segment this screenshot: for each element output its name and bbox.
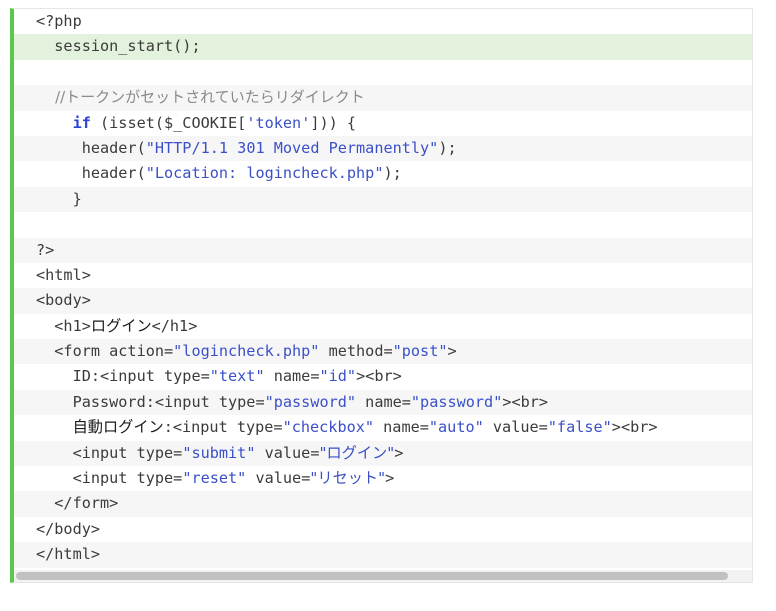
horizontal-scrollbar[interactable] [14,570,752,582]
code-text: header( [36,138,146,157]
code-text: name= [374,418,429,437]
code-string: "ログイン" [319,443,395,462]
code-text: session_start(); [36,37,201,56]
code-text: ID:<input type= [36,367,210,386]
code-japanese-text: 自動ログイン [72,418,164,437]
code-japanese-text: ログイン [90,316,152,335]
code-string: "password" [410,392,503,411]
code-text: <input type= [36,443,183,462]
code-line: <form action="logincheck.php" method="po… [14,339,752,365]
code-line: if (isset($_COOKIE['token'])) { [14,111,752,136]
code-text: ])) { [310,113,357,132]
code-line: ?> [14,237,752,263]
code-line: Password:<input type="password" name="pa… [14,389,752,416]
code-string: "id" [319,367,357,386]
code-text: </h1> [151,316,198,335]
code-string: "text" [209,367,265,386]
code-lines: <?php session_start(); //トークンがセットされていたらリ… [14,9,752,568]
code-string: "logincheck.php" [173,342,320,361]
code-keyword: if [72,113,91,132]
code-text: value= [255,443,320,462]
code-line: ID:<input type="text" name="id"><br> [14,364,752,389]
code-text: value= [483,418,548,437]
code-text: <h1> [36,316,91,335]
code-text: name= [264,367,320,386]
code-line: </html> [14,542,752,568]
code-string: "HTTP/1.1 301 Moved Permanently" [145,138,439,157]
code-string: "checkbox" [282,418,375,437]
code-line: <html> [14,263,752,288]
code-comment: //トークンがセットされていたらリダイレクト [36,88,365,107]
code-line: } [14,186,752,213]
code-line: </form> [14,491,752,517]
code-text: ><br> [356,367,402,386]
code-text: ?> [36,240,55,259]
code-text: <?php [36,12,82,30]
code-text: ); [383,164,402,183]
code-string: "submit" [182,443,256,462]
code-text: ><br> [502,392,549,411]
code-line: <input type="reset" value="リセット"> [14,466,752,491]
code-text: } [36,189,82,208]
code-string: 'token' [246,113,311,132]
code-text: > [394,443,404,462]
code-line: 自動ログイン:<input type="checkbox" name="auto… [14,415,752,440]
code-line: </body> [14,517,752,542]
code-line: <h1>ログイン</h1> [14,314,752,339]
code-line: header("Location: logincheck.php"); [14,161,752,186]
code-text: </form> [36,494,119,513]
code-line: header("HTTP/1.1 301 Moved Permanently")… [14,135,752,162]
code-block: <?php session_start(); //トークンがセットされていたらリ… [10,8,753,583]
code-text: ); [438,138,457,157]
code-string: "password" [264,392,357,411]
code-line: //トークンがセットされていたらリダイレクト [14,85,752,111]
code-text: name= [356,392,411,411]
code-text: Password:<input type= [36,392,265,411]
code-string: "Location: logincheck.php" [145,164,384,183]
code-line: <?php [14,9,752,34]
scrollbar-thumb[interactable] [16,572,728,580]
code-text: </body> [36,519,101,538]
code-line: <body> [14,288,752,314]
code-text: header( [36,164,146,183]
code-text: ><br> [611,418,658,437]
code-text: :<input type= [163,418,283,437]
code-text: </html> [36,545,101,564]
code-line-highlighted: session_start(); [14,34,752,60]
code-string: "post" [392,342,448,361]
code-string: "reset" [182,469,247,488]
code-text: value= [246,469,311,488]
code-text: <form action= [36,342,174,361]
code-string: "リセット" [310,469,386,488]
code-text: (isset($_COOKIE[ [90,113,247,132]
code-text: <body> [36,291,91,310]
code-text: > [385,469,395,488]
code-text: > [447,342,457,361]
code-text: <input type= [36,469,183,488]
code-text: <html> [36,265,91,284]
code-string: "false" [547,418,612,437]
code-line: <input type="submit" value="ログイン"> [14,440,752,467]
code-string: "auto" [428,418,484,437]
code-text: method= [319,342,393,361]
